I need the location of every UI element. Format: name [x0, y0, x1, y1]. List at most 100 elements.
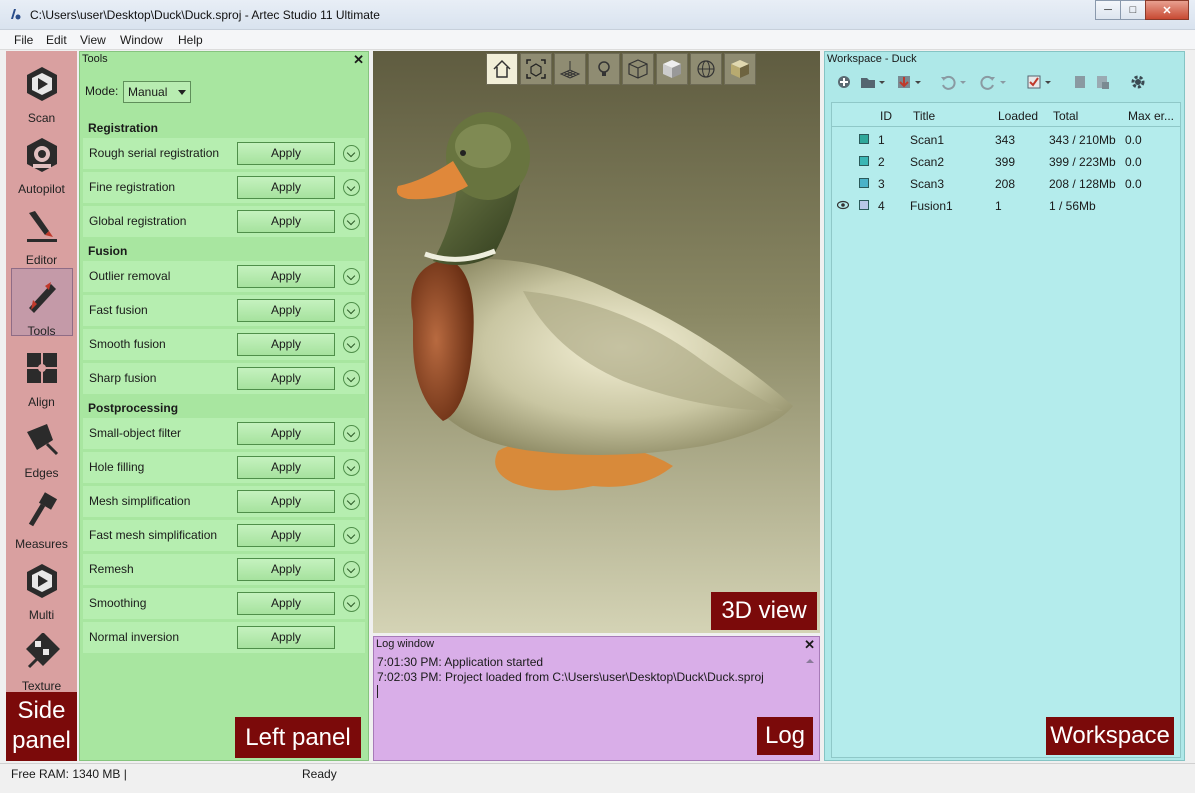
- open-folder-icon[interactable]: [859, 73, 877, 91]
- menu-edit[interactable]: Edit: [46, 33, 67, 47]
- redo-icon[interactable]: [979, 73, 997, 91]
- chevron-down-icon[interactable]: [878, 73, 886, 91]
- ready-status: Ready: [302, 767, 337, 781]
- 3d-viewport[interactable]: [373, 51, 820, 633]
- chevron-down-icon[interactable]: [999, 73, 1007, 91]
- cell-total: 399 / 223Mb: [1049, 155, 1116, 169]
- expand-icon[interactable]: [343, 527, 360, 544]
- tool-row: Fast mesh simplification Apply: [83, 520, 365, 551]
- expand-icon[interactable]: [343, 561, 360, 578]
- cell-title: Fusion1: [910, 199, 953, 213]
- menu-help[interactable]: Help: [178, 33, 203, 47]
- scroll-up-icon[interactable]: [803, 656, 817, 666]
- menu-view[interactable]: View: [80, 33, 106, 47]
- side-item-align[interactable]: Align: [6, 339, 77, 409]
- apply-button[interactable]: Apply: [237, 456, 335, 479]
- apply-button[interactable]: Apply: [237, 265, 335, 288]
- column-title[interactable]: Title: [913, 109, 935, 123]
- maximize-button[interactable]: □: [1120, 0, 1146, 20]
- color-swatch[interactable]: [859, 156, 869, 166]
- tool-label: Global registration: [89, 214, 187, 228]
- expand-icon[interactable]: [343, 370, 360, 387]
- color-swatch[interactable]: [859, 178, 869, 188]
- apply-button[interactable]: Apply: [237, 490, 335, 513]
- table-row[interactable]: 4 Fusion1 1 1 / 56Mb: [832, 195, 1180, 217]
- section-registration: Registration: [88, 121, 159, 135]
- side-item-label: Edges: [24, 466, 59, 480]
- expand-icon[interactable]: [343, 459, 360, 476]
- left-panel-caption: Left panel: [235, 717, 361, 758]
- apply-button[interactable]: Apply: [237, 210, 335, 233]
- apply-button[interactable]: Apply: [237, 333, 335, 356]
- side-item-autopilot[interactable]: Autopilot: [6, 126, 77, 196]
- side-item-tools[interactable]: Tools: [6, 268, 77, 338]
- menu-file[interactable]: File: [14, 33, 33, 47]
- import-icon[interactable]: [895, 73, 913, 91]
- apply-button[interactable]: Apply: [237, 524, 335, 547]
- checklist-icon[interactable]: [1025, 73, 1043, 91]
- cell-total: 1 / 56Mb: [1049, 199, 1096, 213]
- tool-row: Small-object filter Apply: [83, 418, 365, 449]
- undo-icon[interactable]: [939, 73, 957, 91]
- table-row[interactable]: 3 Scan3 208 208 / 128Mb 0.0: [832, 173, 1180, 195]
- close-icon[interactable]: ✕: [804, 637, 815, 652]
- chevron-down-icon[interactable]: [914, 73, 922, 91]
- side-item-label: Multi: [28, 608, 55, 622]
- apply-button[interactable]: Apply: [237, 626, 335, 649]
- eye-icon[interactable]: [837, 200, 849, 210]
- chevron-down-icon[interactable]: [1044, 73, 1052, 91]
- apply-button[interactable]: Apply: [237, 558, 335, 581]
- apply-button[interactable]: Apply: [237, 142, 335, 165]
- cell-id: 3: [878, 177, 885, 191]
- side-item-texture[interactable]: Texture: [6, 623, 77, 693]
- side-item-editor[interactable]: Editor: [6, 197, 77, 267]
- side-item-edges[interactable]: Edges: [6, 410, 77, 480]
- color-swatch[interactable]: [859, 200, 869, 210]
- text-cursor: [377, 685, 378, 698]
- column-max-error[interactable]: Max er...: [1128, 109, 1174, 123]
- copy-icon[interactable]: [1071, 73, 1089, 91]
- expand-icon[interactable]: [343, 179, 360, 196]
- apply-button[interactable]: Apply: [237, 367, 335, 390]
- expand-icon[interactable]: [343, 595, 360, 612]
- apply-button[interactable]: Apply: [237, 299, 335, 322]
- panel-title: Workspace - Duck: [827, 53, 917, 65]
- side-item-scan[interactable]: Scan: [6, 55, 77, 125]
- close-button[interactable]: ✕: [1145, 0, 1189, 20]
- column-id[interactable]: ID: [880, 109, 892, 123]
- close-icon[interactable]: ✕: [353, 52, 364, 67]
- expand-icon[interactable]: [343, 213, 360, 230]
- apply-button[interactable]: Apply: [237, 422, 335, 445]
- add-icon[interactable]: [835, 73, 853, 91]
- log-header: Log window ✕: [374, 637, 819, 653]
- log-text[interactable]: 7:01:30 PM: Application started 7:02:03 …: [376, 655, 802, 760]
- column-loaded[interactable]: Loaded: [998, 109, 1038, 123]
- table-row[interactable]: 2 Scan2 399 399 / 223Mb 0.0: [832, 151, 1180, 173]
- mode-select[interactable]: Manual: [123, 81, 191, 103]
- expand-icon[interactable]: [343, 145, 360, 162]
- app-icon: [11, 9, 21, 20]
- minimize-button[interactable]: ─: [1095, 0, 1121, 20]
- tool-row: Hole filling Apply: [83, 452, 365, 483]
- tool-label: Smoothing: [89, 596, 147, 610]
- tool-label: Outlier removal: [89, 269, 171, 283]
- menu-window[interactable]: Window: [120, 33, 163, 47]
- gear-icon[interactable]: [1129, 73, 1147, 91]
- color-swatch[interactable]: [859, 134, 869, 144]
- delete-icon[interactable]: [1093, 73, 1111, 91]
- chevron-down-icon[interactable]: [959, 73, 967, 91]
- table-header: ID Title Loaded Total Max er...: [832, 103, 1180, 127]
- expand-icon[interactable]: [343, 493, 360, 510]
- side-item-multi[interactable]: Multi: [6, 552, 77, 622]
- table-row[interactable]: 1 Scan1 343 343 / 210Mb 0.0: [832, 129, 1180, 151]
- expand-icon[interactable]: [343, 302, 360, 319]
- side-item-measures[interactable]: Measures: [6, 481, 77, 551]
- tool-row: Sharp fusion Apply: [83, 363, 365, 394]
- expand-icon[interactable]: [343, 268, 360, 285]
- apply-button[interactable]: Apply: [237, 176, 335, 199]
- tool-label: Fine registration: [89, 180, 176, 194]
- expand-icon[interactable]: [343, 425, 360, 442]
- column-total[interactable]: Total: [1053, 109, 1078, 123]
- expand-icon[interactable]: [343, 336, 360, 353]
- apply-button[interactable]: Apply: [237, 592, 335, 615]
